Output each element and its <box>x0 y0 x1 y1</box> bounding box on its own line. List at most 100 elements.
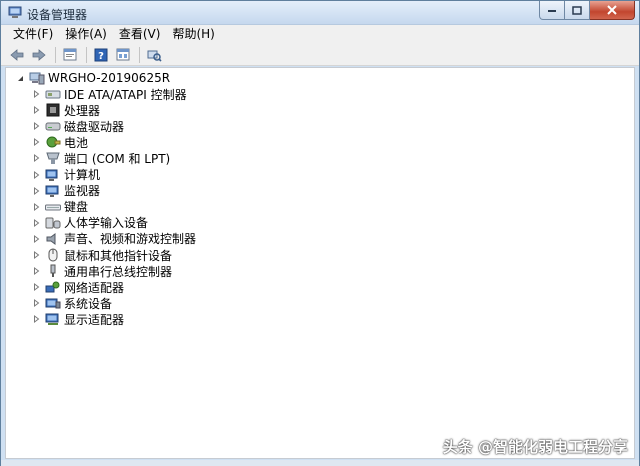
tree-item[interactable]: IDE ATA/ATAPI 控制器 <box>32 86 187 102</box>
toolbar-separator <box>139 46 140 63</box>
tree-item[interactable]: 端口 (COM 和 LPT) <box>32 150 170 166</box>
toolbar: ? <box>1 44 639 66</box>
expand-icon[interactable] <box>32 90 41 99</box>
tree-item[interactable]: 计算机 <box>32 167 100 183</box>
tree-item-label: 端口 (COM 和 LPT) <box>64 151 171 166</box>
expand-icon[interactable] <box>32 315 41 324</box>
minimize-button[interactable] <box>539 1 565 20</box>
status-bar <box>1 460 639 466</box>
back-button[interactable] <box>7 46 27 64</box>
scan-hardware-icon <box>147 50 162 62</box>
properties-button[interactable] <box>60 46 80 64</box>
expand-icon[interactable] <box>32 251 41 260</box>
sound-icon <box>45 232 61 246</box>
tree-item-label: 系统设备 <box>64 296 113 311</box>
tree-item[interactable]: 系统设备 <box>32 295 112 311</box>
tree-item[interactable]: 声音、视频和游戏控制器 <box>32 231 196 247</box>
tree-item[interactable]: 通用串行总线控制器 <box>32 263 172 279</box>
menu-view[interactable]: 查看(V) <box>113 25 167 44</box>
help-icon: ? <box>94 48 108 62</box>
monitor-icon <box>45 184 61 198</box>
close-icon <box>607 5 617 15</box>
device-manager-icon <box>8 6 22 18</box>
usb-icon <box>45 264 61 278</box>
help-button[interactable]: ? <box>91 46 111 64</box>
title-bar[interactable]: 设备管理器 <box>1 1 639 25</box>
disk-drive-icon <box>45 119 61 133</box>
menu-file[interactable]: 文件(F) <box>7 25 59 44</box>
minimize-icon <box>548 10 556 12</box>
tree-item-label: 计算机 <box>64 168 101 182</box>
tree-item-label: 处理器 <box>64 103 101 118</box>
computer-icon <box>45 168 61 182</box>
close-button[interactable] <box>590 1 635 20</box>
tree-item-label: 显示适配器 <box>64 312 125 327</box>
tree-item-label: 磁盘驱动器 <box>64 119 125 134</box>
processor-icon <box>45 103 61 117</box>
maximize-icon <box>572 5 582 15</box>
tree-item[interactable]: 键盘 <box>32 199 88 215</box>
tree-item-label: 电池 <box>64 135 89 150</box>
battery-icon <box>45 135 61 149</box>
tree-item[interactable]: 处理器 <box>32 102 100 118</box>
system-device-icon <box>45 296 61 310</box>
expand-icon[interactable] <box>32 299 41 308</box>
maximize-button[interactable] <box>565 1 590 20</box>
scan-hardware-button[interactable] <box>144 46 164 64</box>
expand-icon[interactable] <box>32 154 41 163</box>
toolbar-separator <box>55 46 56 63</box>
network-icon <box>45 280 61 294</box>
tree-item[interactable]: 人体学输入设备 <box>32 215 148 231</box>
tree-item-label: IDE ATA/ATAPI 控制器 <box>64 87 187 102</box>
menu-bar: 文件(F) 操作(A) 查看(V) 帮助(H) <box>1 25 639 44</box>
window-title: 设备管理器 <box>27 8 88 22</box>
tree-root[interactable]: WRGHO-20190625R <box>16 70 170 86</box>
forward-button[interactable] <box>29 46 49 64</box>
tree-item-label: 键盘 <box>64 200 89 215</box>
expand-icon[interactable] <box>32 138 41 147</box>
tree-item-label: 通用串行总线控制器 <box>64 264 173 279</box>
tree-item[interactable]: 显示适配器 <box>32 311 124 327</box>
keyboard-icon <box>45 200 61 214</box>
expand-icon[interactable] <box>32 267 41 276</box>
tree-item[interactable]: 电池 <box>32 134 88 150</box>
expand-icon[interactable] <box>32 106 41 115</box>
tree-item[interactable]: 网络适配器 <box>32 279 124 295</box>
update-driver-button[interactable] <box>113 46 133 64</box>
expand-icon[interactable] <box>32 234 41 243</box>
tree-item[interactable]: 鼠标和其他指针设备 <box>32 247 172 263</box>
back-arrow-icon <box>10 48 24 61</box>
tree-item-label: 监视器 <box>64 184 101 199</box>
expand-icon[interactable] <box>32 283 41 292</box>
display-adapter-icon <box>45 312 61 326</box>
tree-item-label: 鼠标和其他指针设备 <box>64 248 173 263</box>
collapse-icon[interactable] <box>16 74 25 83</box>
expand-icon[interactable] <box>32 202 41 211</box>
tree-item-label: 网络适配器 <box>64 280 125 295</box>
expand-icon[interactable] <box>32 218 41 227</box>
hid-icon <box>45 216 61 230</box>
tree-item-label: 人体学输入设备 <box>64 216 149 231</box>
svg-text:?: ? <box>98 51 104 62</box>
tree-item[interactable]: 磁盘驱动器 <box>32 118 124 134</box>
tree-item[interactable]: 监视器 <box>32 183 100 199</box>
forward-arrow-icon <box>32 48 46 61</box>
properties-icon <box>63 48 77 61</box>
root-computer-name: WRGHO-20190625R <box>48 71 171 85</box>
device-tree[interactable]: WRGHO-20190625R IDE ATA/ATAPI 控制器 处理器 磁盘驱动… <box>5 67 635 459</box>
watermark-text: 头条 @智能化弱电工程分享 <box>442 438 628 456</box>
menu-help[interactable]: 帮助(H) <box>166 25 220 44</box>
update-driver-icon <box>116 48 130 61</box>
device-manager-window: 设备管理器 文件(F) 操作(A) 查看(V) 帮助(H) ? WRGHO-20… <box>0 0 640 466</box>
expand-icon[interactable] <box>32 186 41 195</box>
expand-icon[interactable] <box>32 170 41 179</box>
menu-action[interactable]: 操作(A) <box>59 25 113 44</box>
ide-controller-icon <box>45 87 61 101</box>
window-controls <box>539 1 635 20</box>
expand-icon[interactable] <box>32 122 41 131</box>
tree-item-label: 声音、视频和游戏控制器 <box>64 232 197 247</box>
computer-root-icon <box>29 71 45 85</box>
port-icon <box>45 151 61 165</box>
toolbar-separator <box>86 46 87 63</box>
mouse-icon <box>45 248 61 262</box>
